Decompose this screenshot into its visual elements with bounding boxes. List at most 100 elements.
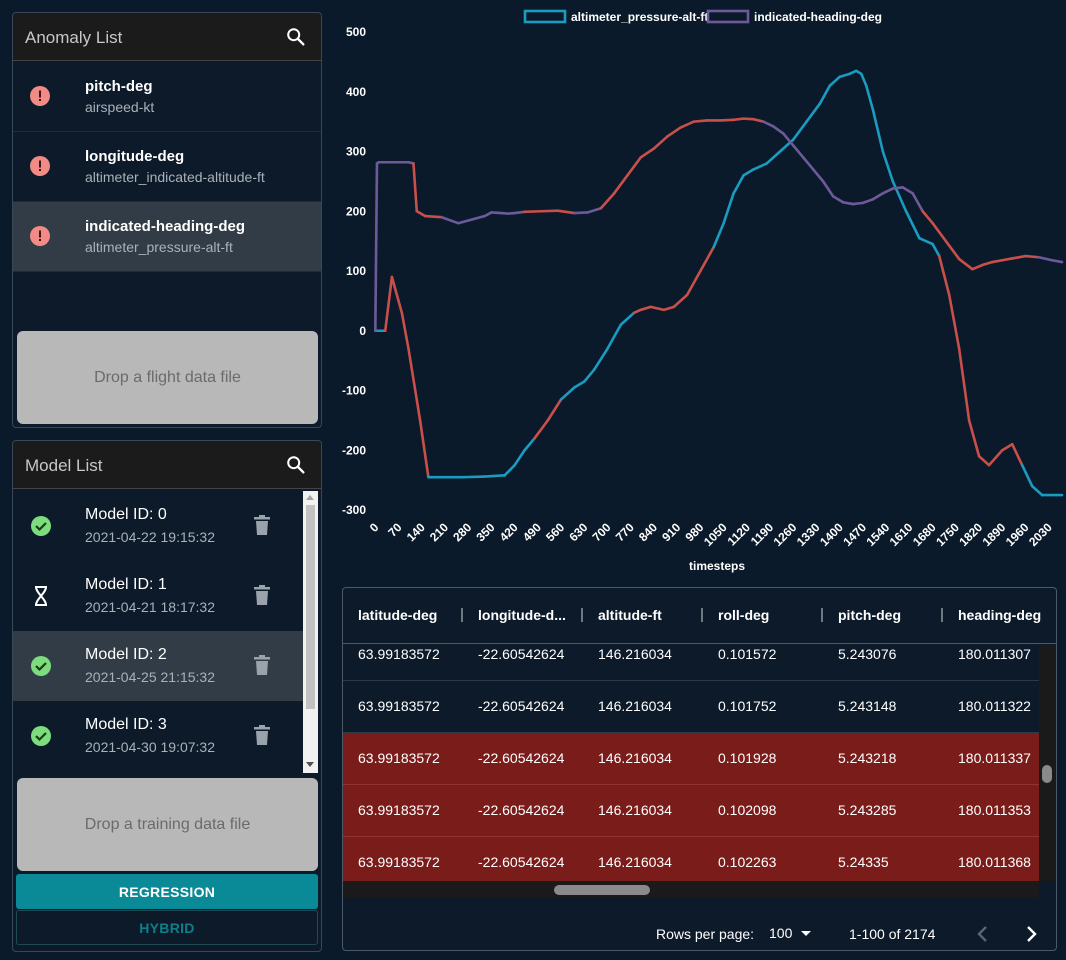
hybrid-button[interactable]: HYBRID [16,910,318,945]
table-cell: 146.216034 [598,698,672,714]
table-cell: 63.99183572 [358,854,440,870]
column-separator[interactable] [461,608,463,622]
scrollbar-thumb[interactable] [554,885,650,895]
model-list-item[interactable]: Model ID: 1 2021-04-21 18:17:32 [13,561,303,631]
series-line-segment [415,209,427,218]
table-cell: 180.011353 [958,802,1031,818]
table-cell: 146.216034 [598,646,672,662]
chevron-left-icon[interactable] [971,922,995,946]
column-header[interactable]: heading-deg [958,607,1041,623]
x-tick-label: 630 [566,520,590,544]
anomaly-list-item[interactable]: longitude-deg altimeter_indicated-altitud… [13,132,321,202]
scroll-down-arrow-icon[interactable] [306,762,314,767]
column-separator[interactable] [701,608,703,622]
column-header[interactable]: roll-deg [718,607,769,623]
x-tick-label: 1050 [701,520,730,549]
series-line-segment [1024,254,1041,259]
series-line-segment [583,368,596,383]
table-row[interactable]: 63.99183572 -22.60542624 146.216034 0.10192… [343,733,1039,785]
x-tick-label: 420 [497,520,521,544]
trash-icon[interactable] [253,515,271,535]
x-tick-label: 840 [636,520,660,544]
trash-icon[interactable] [253,655,271,675]
legend-label[interactable]: altimeter_pressure-alt-ft [571,10,708,24]
series-line-segment [513,210,526,215]
column-separator[interactable] [941,608,943,622]
rows-per-page-label: Rows per page: [656,926,755,942]
x-tick-label: 700 [590,520,614,544]
trash-icon[interactable] [253,725,271,745]
scrollbar-thumb[interactable] [1042,765,1052,783]
chart-legend: altimeter_pressure-alt-ft indicated-headi… [523,9,882,24]
y-tick-label: -200 [342,443,366,457]
table-cell: 5.243285 [838,802,897,818]
series-line-segment [987,448,1004,467]
series-line-segment [699,245,715,273]
series-line-segment [463,475,487,479]
table-row[interactable]: 63.99183572 -22.60542624 146.216034 0.10175… [343,681,1039,733]
series-line-segment [573,211,589,215]
legend-swatch[interactable] [523,9,567,24]
anomaly-list-item[interactable]: pitch-deg airspeed-kt [13,62,321,132]
training-data-dropzone[interactable]: Drop a training data file [17,778,318,871]
series-line-segment [539,209,560,213]
dropdown-arrow-icon [801,931,811,936]
legend-label[interactable]: indicated-heading-deg [754,10,882,24]
series-line-segment [1000,442,1014,452]
x-tick-label: 1400 [817,520,846,549]
search-icon[interactable] [285,26,307,48]
series-line-segment [483,474,506,478]
model-timestamp: 2021-04-22 19:15:32 [85,529,215,545]
model-list-item[interactable]: Model ID: 2 2021-04-25 21:15:32 [13,631,303,701]
x-tick-label: 1750 [933,520,962,549]
model-list: Model ID: 0 2021-04-22 19:15:32 Model ID: … [13,491,303,773]
table-horizontal-scrollbar[interactable] [343,881,1039,898]
series-line-segment [639,305,652,312]
check-circle-icon [31,516,51,536]
model-list-item[interactable]: Model ID: 0 2021-04-22 19:15:32 [13,491,303,561]
model-list-scrollbar[interactable] [303,491,318,773]
column-header[interactable]: altitude-ft [598,607,662,623]
series-line-segment [1010,254,1027,260]
search-icon[interactable] [285,454,307,476]
series-line-segment [838,72,851,79]
series-line-segment [400,311,410,350]
column-header[interactable]: latitude-deg [358,607,437,623]
column-header[interactable]: longitude-d... [478,607,566,623]
table-vertical-scrollbar[interactable] [1039,645,1056,881]
trash-icon[interactable] [253,585,271,605]
column-separator[interactable] [581,608,583,622]
column-separator[interactable] [821,608,823,622]
series-line-segment [470,214,487,221]
x-tick-label: 910 [659,520,683,544]
x-tick-label: 1190 [748,520,777,549]
model-list-item[interactable]: Model ID: 3 2021-04-30 19:07:32 [13,701,303,771]
rows-per-page-select[interactable]: 100 [769,925,815,945]
series-line-segment [586,206,603,214]
y-tick-label: 100 [346,264,366,278]
anomaly-list-item[interactable]: indicated-heading-deg altimeter_pressure-… [13,202,321,272]
y-tick-label: 0 [359,324,366,338]
series-line-segment [559,386,576,401]
x-tick-label: 1260 [771,520,800,549]
regression-button[interactable]: REGRESSION [16,874,318,909]
x-tick-label: 1680 [910,520,939,549]
series-line-segment [831,195,845,204]
column-header[interactable]: pitch-deg [838,607,901,623]
series-line-segment [665,126,682,138]
scrollbar-thumb[interactable] [306,505,315,709]
series-line-segment [1050,258,1064,264]
x-axis-label: timesteps [689,559,745,573]
scroll-up-arrow-icon[interactable] [306,495,314,500]
y-tick-label: -300 [342,503,366,517]
table-row[interactable]: 63.99183572 -22.60542624 146.216034 0.10209… [343,785,1039,837]
series-line-segment [918,236,934,246]
chevron-right-icon[interactable] [1019,922,1043,946]
flight-data-dropzone[interactable]: Drop a flight data file [17,331,318,424]
anomaly-feature: longitude-deg [85,148,185,165]
flight-data-dropzone-label: Drop a flight data file [94,368,241,386]
table-row[interactable]: 63.99183572 -22.60542624 146.216034 0.10226… [343,837,1039,881]
series-line-segment [742,117,755,121]
legend-swatch[interactable] [706,9,750,24]
table-header: latitude-deg longitude-d... altitude-ft rol… [343,588,1056,644]
